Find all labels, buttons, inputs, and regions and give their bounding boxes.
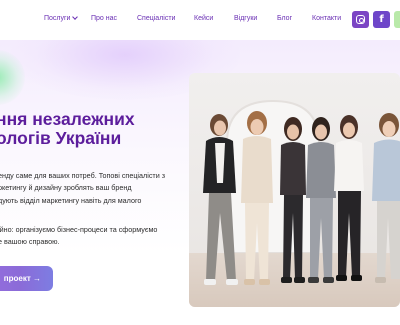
top-navigation: Послуги Про нас Спеціалісти Кейси Відгук… <box>0 0 400 40</box>
instagram-button[interactable] <box>352 11 369 28</box>
team-photo <box>189 73 400 307</box>
hero-description-line: ійно: організуємо бізнес-процеси та сфор… <box>0 225 158 234</box>
nav-item-about[interactable]: Про нас <box>91 15 117 22</box>
nav-item-blog[interactable]: Блог <box>277 15 292 22</box>
facebook-icon: f <box>379 14 384 25</box>
nav-item-cases[interactable]: Кейси <box>194 15 213 22</box>
instagram-icon <box>356 15 365 24</box>
nav-item-reviews[interactable]: Відгуки <box>234 15 257 22</box>
nav-item-services[interactable]: Послуги <box>44 14 79 22</box>
start-project-button[interactable]: проект → <box>0 266 53 291</box>
nav-item-label: Послуги <box>44 15 71 22</box>
hero-section: ння незалежних ологів України енду саме … <box>0 40 400 325</box>
social-button-partial[interactable] <box>394 11 400 28</box>
hero-description-line: е вашою справою. <box>0 237 60 247</box>
facebook-button[interactable]: f <box>373 11 390 28</box>
hero-description-line: дують відділ маркетингу навіть для малог… <box>0 195 142 205</box>
chevron-down-icon <box>72 14 79 20</box>
team-photo-illustration <box>189 73 400 307</box>
nav-item-contacts[interactable]: Контакти <box>312 15 341 22</box>
hero-subdescription: ійно: організуємо бізнес-процеси та сфор… <box>0 224 157 249</box>
hero-title-line: ологів України <box>0 128 122 148</box>
hero-title-line: ння незалежних <box>0 109 135 129</box>
nav-item-specialists[interactable]: Спеціалісти <box>137 15 175 22</box>
hero-description: енду саме для ваших потреб. Топові спеці… <box>0 170 165 207</box>
hero-description-line: енду саме для ваших потреб. Топові спеці… <box>0 171 166 180</box>
hero-description-line: ркетингу й дизайну зроблять ваш бренд <box>0 183 132 193</box>
hero-title: ння незалежних ологів України <box>0 110 135 148</box>
